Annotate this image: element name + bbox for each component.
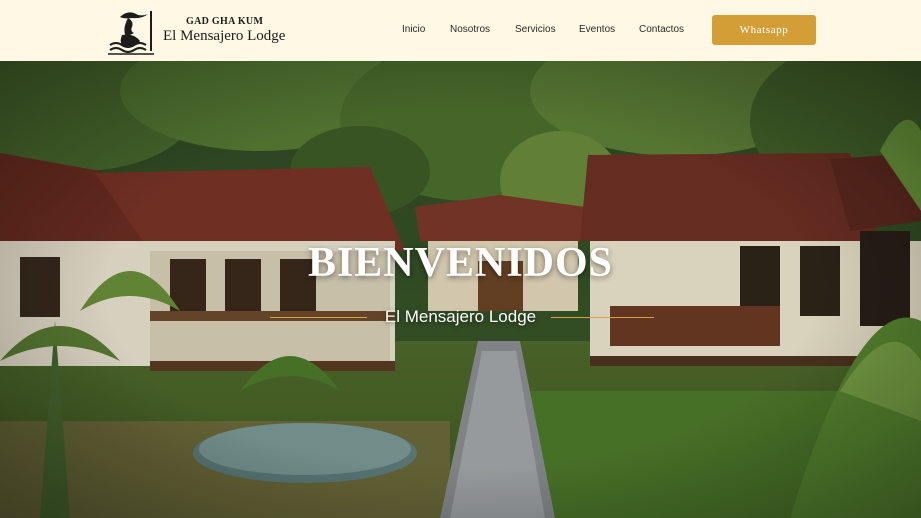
- site-logo[interactable]: GAD GHA KUM El Mensajero Lodge: [108, 7, 288, 55]
- nav-item-eventos[interactable]: Eventos: [579, 24, 615, 35]
- logo-title: El Mensajero Lodge: [163, 28, 286, 44]
- nav-item-inicio[interactable]: Inicio: [402, 24, 425, 35]
- nav-item-contactos[interactable]: Contactos: [639, 24, 684, 35]
- hero-subtitle-row: El Mensajero Lodge: [0, 307, 921, 329]
- nav-item-nosotros[interactable]: Nosotros: [450, 24, 490, 35]
- site-header: GAD GHA KUM El Mensajero Lodge Inicio No…: [0, 0, 921, 61]
- hero-background-image: [0, 61, 921, 518]
- nav-item-servicios[interactable]: Servicios: [515, 24, 556, 35]
- logo-emblem-icon: [108, 11, 154, 55]
- logo-tagline: GAD GHA KUM: [186, 16, 264, 27]
- hero-title: BIENVENIDOS: [307, 240, 614, 286]
- hero-section: BIENVENIDOS El Mensajero Lodge: [0, 61, 921, 518]
- whatsapp-button[interactable]: Whatsapp: [712, 15, 816, 45]
- hero-subtitle: El Mensajero Lodge: [384, 307, 537, 326]
- subtitle-divider-right: [551, 317, 654, 318]
